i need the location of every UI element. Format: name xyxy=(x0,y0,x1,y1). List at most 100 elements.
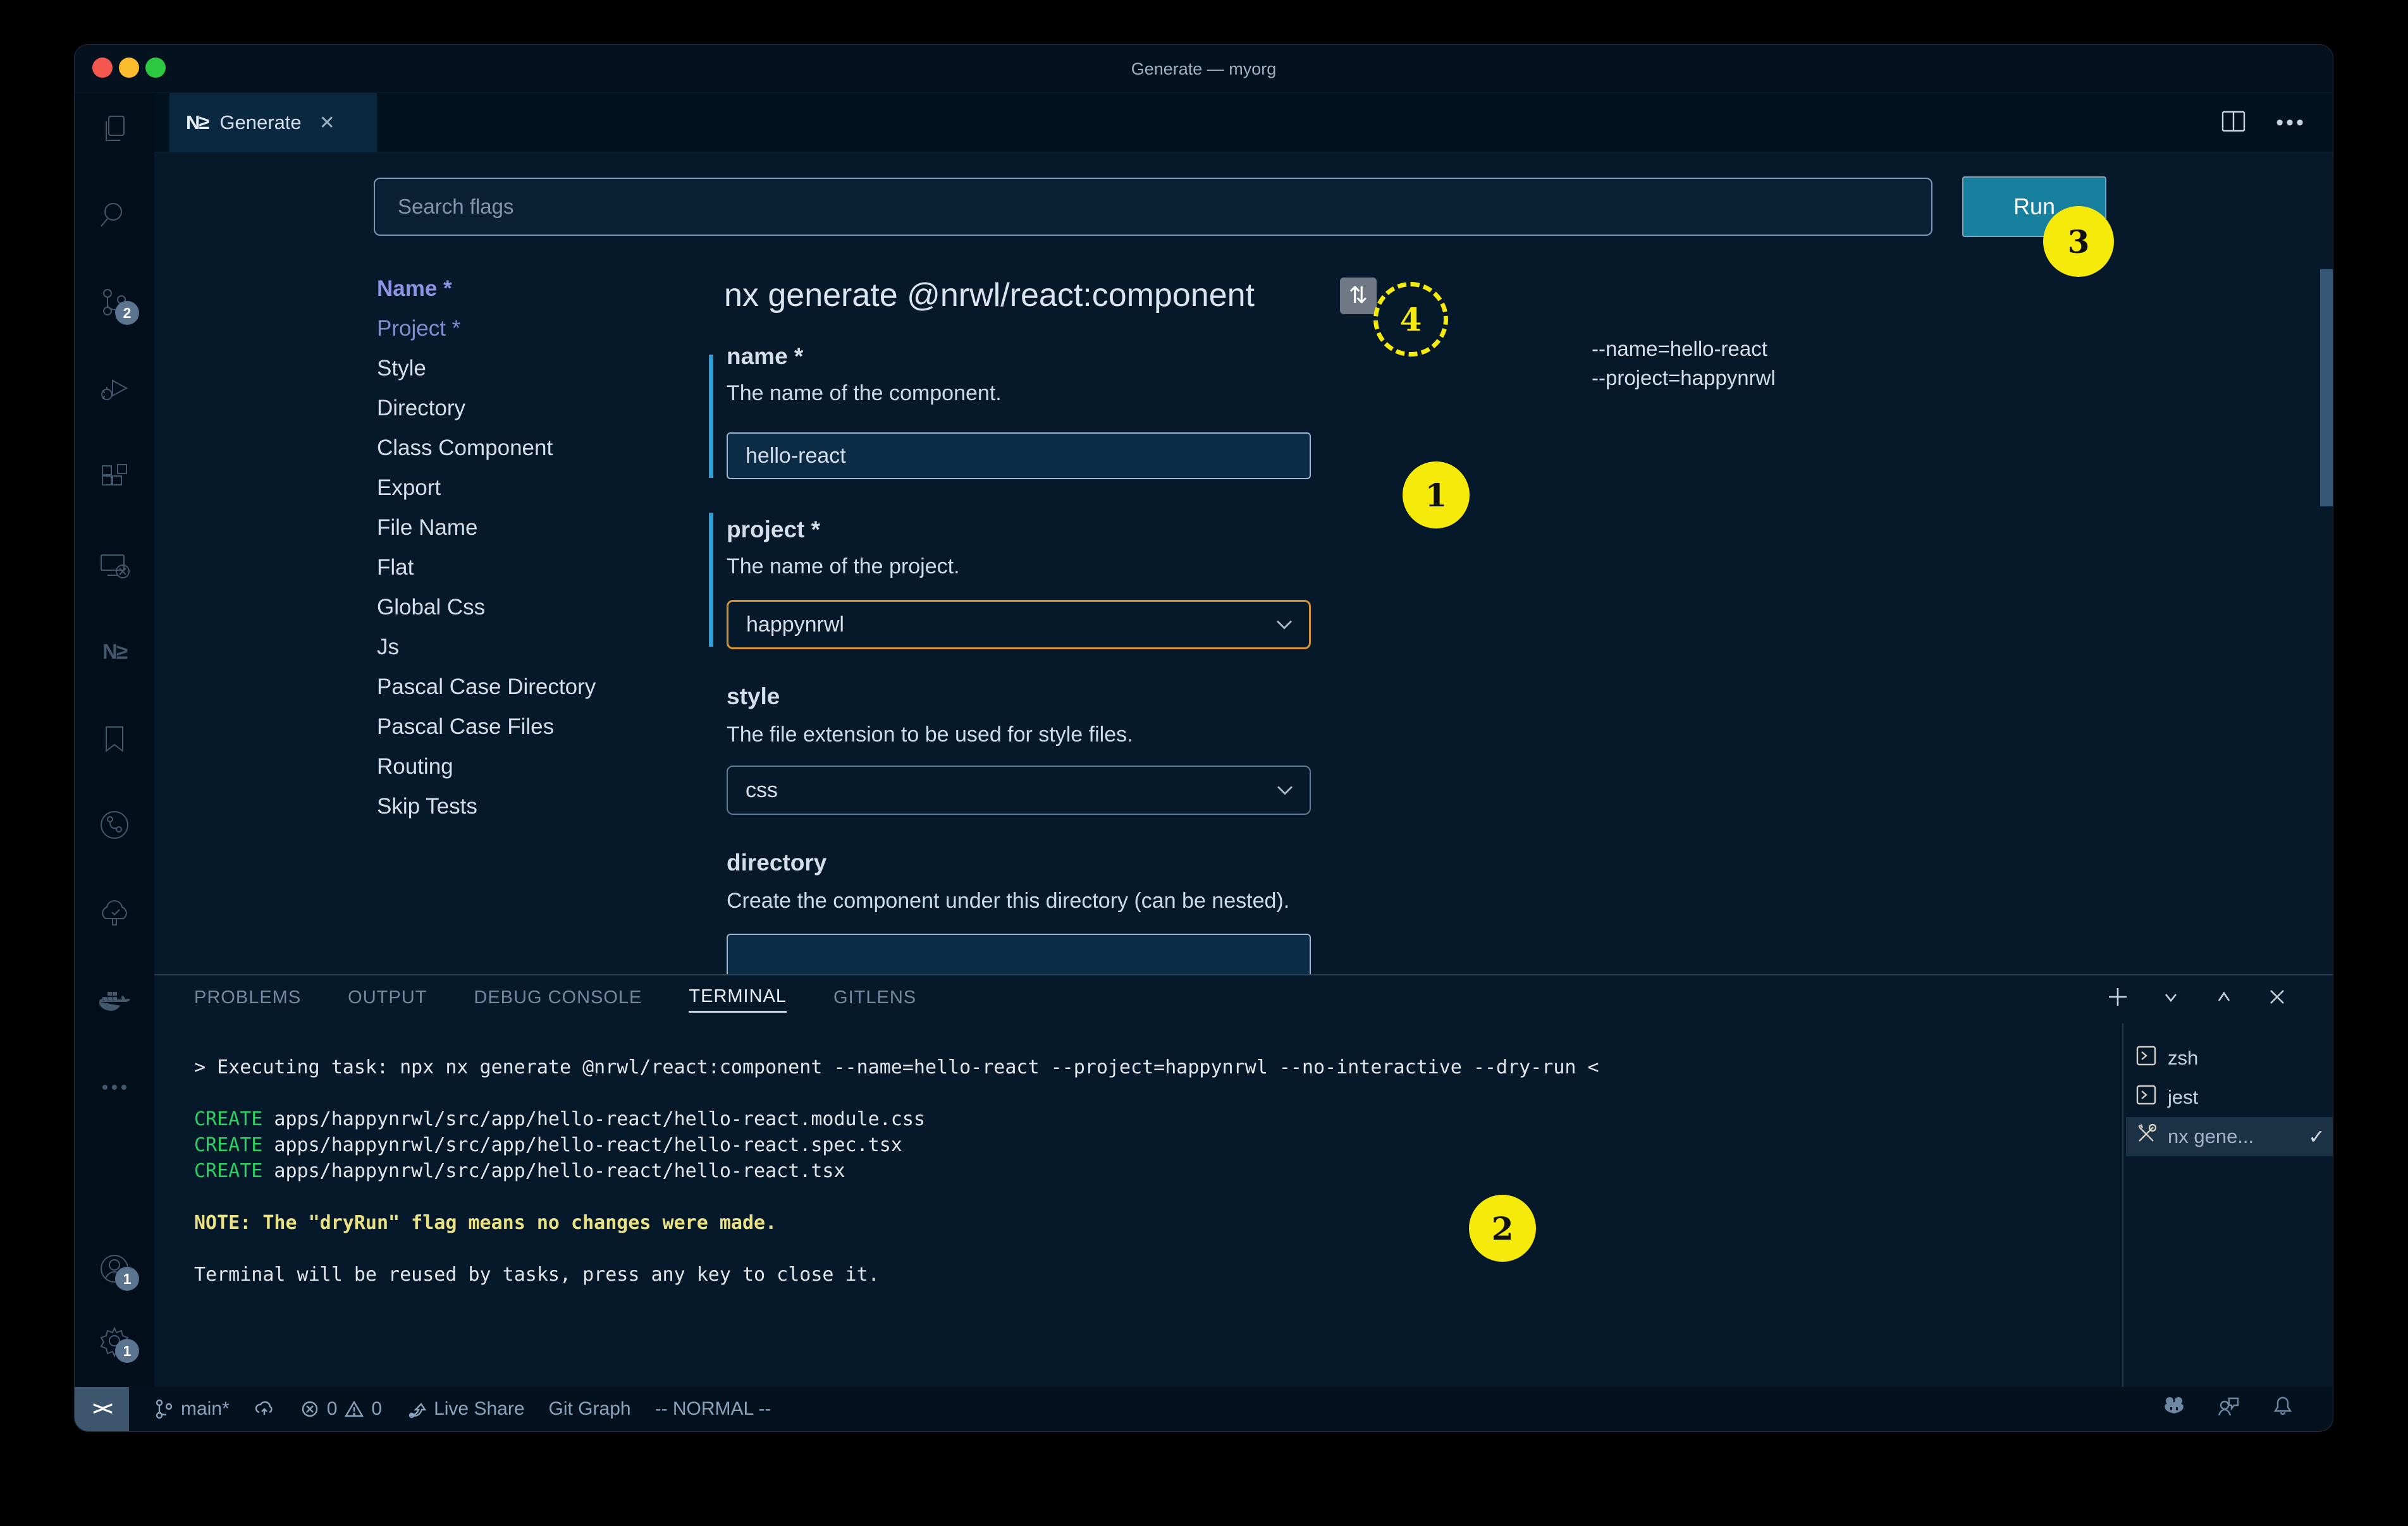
style-field-label: style xyxy=(727,683,780,710)
bookmarks-icon[interactable] xyxy=(97,722,132,756)
settings-gear-icon[interactable]: 1 xyxy=(97,1324,132,1358)
search-flags-input[interactable] xyxy=(374,178,1932,236)
option-item[interactable]: Pascal Case Directory xyxy=(377,674,596,714)
active-section-bar xyxy=(709,513,713,647)
new-terminal-icon[interactable] xyxy=(2105,984,2130,1013)
vscode-window: Generate — myorg 2 N≥ 1 xyxy=(74,44,2333,1432)
check-icon: ✓ xyxy=(2308,1125,2325,1149)
bottom-panel: PROBLEMS OUTPUT DEBUG CONSOLE TERMINAL GITLE… xyxy=(154,974,2333,1388)
option-item[interactable]: Directory xyxy=(377,396,596,436)
option-item[interactable]: Global Css xyxy=(377,595,596,635)
source-control-icon[interactable]: 2 xyxy=(97,286,132,320)
project-field-label: project * xyxy=(727,516,820,543)
copy-command-icon[interactable]: ⇅ xyxy=(1340,278,1377,314)
branch-icon xyxy=(153,1398,175,1420)
annotation-circle-1: 1 xyxy=(1403,461,1470,528)
explorer-icon[interactable] xyxy=(97,111,132,145)
terminal-line: CREATE apps/happynrwl/src/app/hello-reac… xyxy=(194,1158,1599,1184)
vim-mode-indicator: -- NORMAL -- xyxy=(655,1398,771,1420)
style-select[interactable]: css xyxy=(727,766,1311,815)
terminal-list-item[interactable]: zsh xyxy=(2126,1039,2333,1078)
annotation-circle-2: 2 xyxy=(1469,1195,1536,1262)
option-item[interactable]: Skip Tests xyxy=(377,794,596,834)
active-section-bar xyxy=(709,355,713,478)
terminal-line: CREATE apps/happynrwl/src/app/hello-reac… xyxy=(194,1132,1599,1158)
style-field-description: The file extension to be used for style … xyxy=(727,723,1133,747)
octoface-icon[interactable] xyxy=(2162,1395,2186,1424)
branch-item[interactable]: main* xyxy=(153,1398,230,1420)
git-graph-item[interactable]: Git Graph xyxy=(549,1398,631,1420)
panel-tab-debug-console[interactable]: DEBUG CONSOLE xyxy=(474,987,642,1012)
git-graph-icon[interactable] xyxy=(97,808,132,842)
option-item[interactable]: Flat xyxy=(377,555,596,595)
name-field-label: name * xyxy=(727,343,803,370)
more-actions-icon[interactable]: ••• xyxy=(2276,111,2306,135)
accounts-badge: 1 xyxy=(115,1267,139,1291)
option-item[interactable]: File Name xyxy=(377,515,596,555)
live-share-icon xyxy=(406,1398,427,1420)
panel-tab-output[interactable]: OUTPUT xyxy=(348,987,427,1012)
panel-tab-terminal[interactable]: TERMINAL xyxy=(689,986,787,1013)
tools-icon xyxy=(2135,1123,2158,1151)
project-field-description: The name of the project. xyxy=(727,554,960,579)
remote-explorer-icon[interactable] xyxy=(97,549,132,583)
option-item[interactable]: Routing xyxy=(377,754,596,794)
tab-label: Generate xyxy=(219,111,301,134)
terminal-list-item[interactable]: nx gene... ✓ xyxy=(2126,1117,2333,1156)
extensions-icon[interactable] xyxy=(97,461,132,495)
terminal-list-label: zsh xyxy=(2168,1047,2198,1070)
accounts-icon[interactable]: 1 xyxy=(97,1252,132,1286)
search-icon[interactable] xyxy=(97,197,132,231)
more-views-icon[interactable] xyxy=(97,1070,132,1104)
project-select[interactable]: happynrwl xyxy=(727,600,1311,649)
terminal-line: CREATE apps/happynrwl/src/app/hello-reac… xyxy=(194,1106,1599,1132)
arg-name: --name=hello-react xyxy=(1592,334,1776,363)
option-item[interactable]: Project * xyxy=(377,316,596,356)
terminal-dropdown-icon[interactable] xyxy=(2158,984,2184,1013)
terminal-list-item[interactable]: jest xyxy=(2126,1078,2333,1117)
name-field-description: The name of the component. xyxy=(727,381,1002,406)
tab-close-icon[interactable]: ✕ xyxy=(319,112,335,134)
close-panel-icon[interactable] xyxy=(2264,984,2290,1013)
split-editor-icon[interactable] xyxy=(2220,108,2247,138)
option-item[interactable]: Pascal Case Files xyxy=(377,714,596,754)
option-item[interactable]: Style xyxy=(377,356,596,396)
generate-webview: Run Name *Project *StyleDirectoryClass C… xyxy=(154,152,2333,974)
docker-icon[interactable] xyxy=(97,984,132,1018)
window-title: Generate — myorg xyxy=(75,45,2333,93)
option-item[interactable]: Export xyxy=(377,475,596,515)
option-item[interactable]: Class Component xyxy=(377,436,596,475)
option-list: Name *Project *StyleDirectoryClass Compo… xyxy=(377,276,596,834)
remote-indicator[interactable]: >< xyxy=(75,1387,129,1431)
option-item[interactable]: Name * xyxy=(377,276,596,316)
terminal-line xyxy=(194,1236,1599,1262)
feedback-icon[interactable] xyxy=(2216,1395,2240,1424)
sync-item[interactable] xyxy=(254,1398,275,1420)
chevron-down-icon xyxy=(1275,613,1294,637)
terminal-icon xyxy=(2135,1044,2158,1072)
tab-generate[interactable]: N≥ Generate ✕ xyxy=(169,93,377,152)
annotation-circle-4: 4 xyxy=(1373,282,1448,357)
test-explorer-icon[interactable] xyxy=(97,896,132,930)
live-share-item[interactable]: Live Share xyxy=(406,1398,524,1420)
panel-divider xyxy=(2122,1023,2123,1388)
option-item[interactable]: Js xyxy=(377,635,596,674)
panel-tab-problems[interactable]: PROBLEMS xyxy=(194,987,301,1012)
panel-tab-gitlens[interactable]: GITLENS xyxy=(833,987,916,1012)
arg-project: --project=happynrwl xyxy=(1592,363,1776,393)
name-input[interactable] xyxy=(727,432,1311,479)
settings-badge: 1 xyxy=(115,1339,139,1363)
maximize-panel-icon[interactable] xyxy=(2211,984,2237,1013)
warnings-icon xyxy=(343,1398,365,1420)
notifications-bell-icon[interactable] xyxy=(2271,1395,2295,1424)
problems-item[interactable]: 0 0 xyxy=(299,1398,382,1420)
terminal-line: > Executing task: npx nx generate @nrwl/… xyxy=(194,1054,1599,1080)
generator-title: nx generate @nrwl/react:component xyxy=(724,276,1255,314)
nx-console-icon[interactable]: N≥ xyxy=(97,635,132,669)
directory-input[interactable] xyxy=(727,934,1311,974)
run-debug-icon[interactable] xyxy=(97,372,132,406)
terminal-list-label: nx gene... xyxy=(2168,1125,2254,1148)
editor-scrollbar[interactable] xyxy=(2320,269,2333,506)
activity-bar: 2 N≥ 1 1 xyxy=(75,93,154,1388)
terminal-list-label: jest xyxy=(2168,1086,2198,1109)
